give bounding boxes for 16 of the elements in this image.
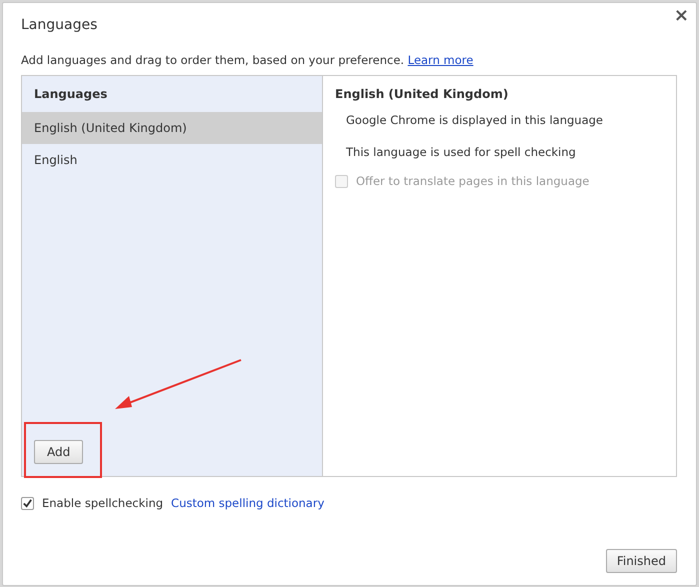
- detail-note: Google Chrome is displayed in this language: [345, 112, 604, 129]
- detail-note: This language is used for spell checking: [345, 144, 577, 161]
- close-button[interactable]: ×: [674, 7, 689, 25]
- language-item[interactable]: English: [22, 144, 322, 176]
- add-button[interactable]: Add: [34, 440, 84, 464]
- learn-more-link[interactable]: Learn more: [408, 53, 474, 67]
- dialog-title: Languages: [21, 17, 98, 33]
- description-text: Add languages and drag to order them, based on your preference.: [21, 53, 404, 67]
- spellcheck-checkbox[interactable]: [21, 496, 34, 510]
- translate-label: Offer to translate pages in this language: [356, 174, 590, 188]
- spellcheck-label: Enable spellchecking: [42, 496, 164, 510]
- list-heading: Languages: [33, 86, 108, 103]
- custom-dictionary-link[interactable]: Custom spelling dictionary: [171, 496, 324, 510]
- finished-button[interactable]: Finished: [606, 549, 677, 573]
- detail-title: English (United Kingdom): [335, 86, 510, 102]
- language-item[interactable]: English (United Kingdom): [22, 112, 322, 144]
